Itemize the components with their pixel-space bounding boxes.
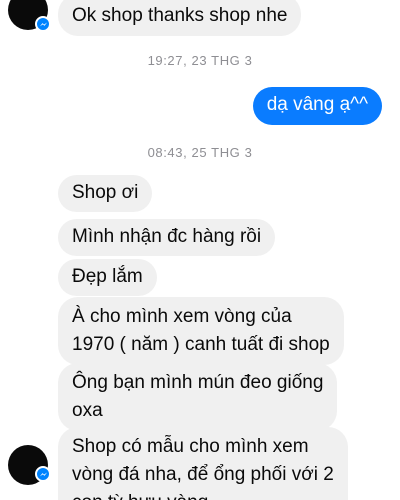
- message-bubble-incoming[interactable]: Ông bạn mình mún đeo giống oxa: [58, 363, 338, 431]
- message-bubble-incoming[interactable]: À cho mình xem vòng của 1970 ( năm ) can…: [58, 297, 344, 365]
- message-line: À cho mình xem vòng của: [72, 306, 292, 327]
- message-text: Shop ơi: [72, 182, 139, 203]
- message-text: dạ vâng ạ^^: [266, 94, 368, 115]
- message-thread: Ok shop thanks shop nhe 19:27, 23 THG 3 …: [0, 0, 400, 500]
- messenger-icon: [35, 16, 51, 32]
- message-text: Mình nhận đc hàng rồi: [72, 226, 262, 247]
- message-text: Ok shop thanks shop nhe: [72, 5, 288, 26]
- message-line: vòng đá nha, để ổng phối với 2: [72, 464, 334, 485]
- messenger-icon: [35, 466, 51, 482]
- timestamp: 19:27, 23 THG 3: [147, 53, 253, 68]
- message-bubble-incoming[interactable]: Shop có mẫu cho mình xem vòng đá nha, để…: [58, 427, 348, 500]
- message-line: Shop có mẫu cho mình xem: [72, 436, 309, 457]
- message-text: Đẹp lắm: [72, 266, 143, 287]
- timestamp: 08:43, 25 THG 3: [147, 145, 253, 160]
- message-line: oxa: [72, 400, 103, 421]
- message-bubble-incoming[interactable]: Shop ơi: [58, 175, 153, 212]
- message-bubble-outgoing[interactable]: dạ vâng ạ^^: [252, 87, 382, 125]
- message-line: Ông bạn mình mún đeo giống: [72, 372, 324, 393]
- message-bubble-incoming[interactable]: Đẹp lắm: [58, 259, 157, 296]
- message-line: con tỳ hưu vàng: [72, 489, 334, 500]
- message-bubble-incoming[interactable]: Mình nhận đc hàng rồi: [58, 219, 276, 256]
- message-line: 1970 ( năm ) canh tuất đi shop: [72, 334, 330, 355]
- message-bubble-incoming[interactable]: Ok shop thanks shop nhe: [58, 0, 302, 36]
